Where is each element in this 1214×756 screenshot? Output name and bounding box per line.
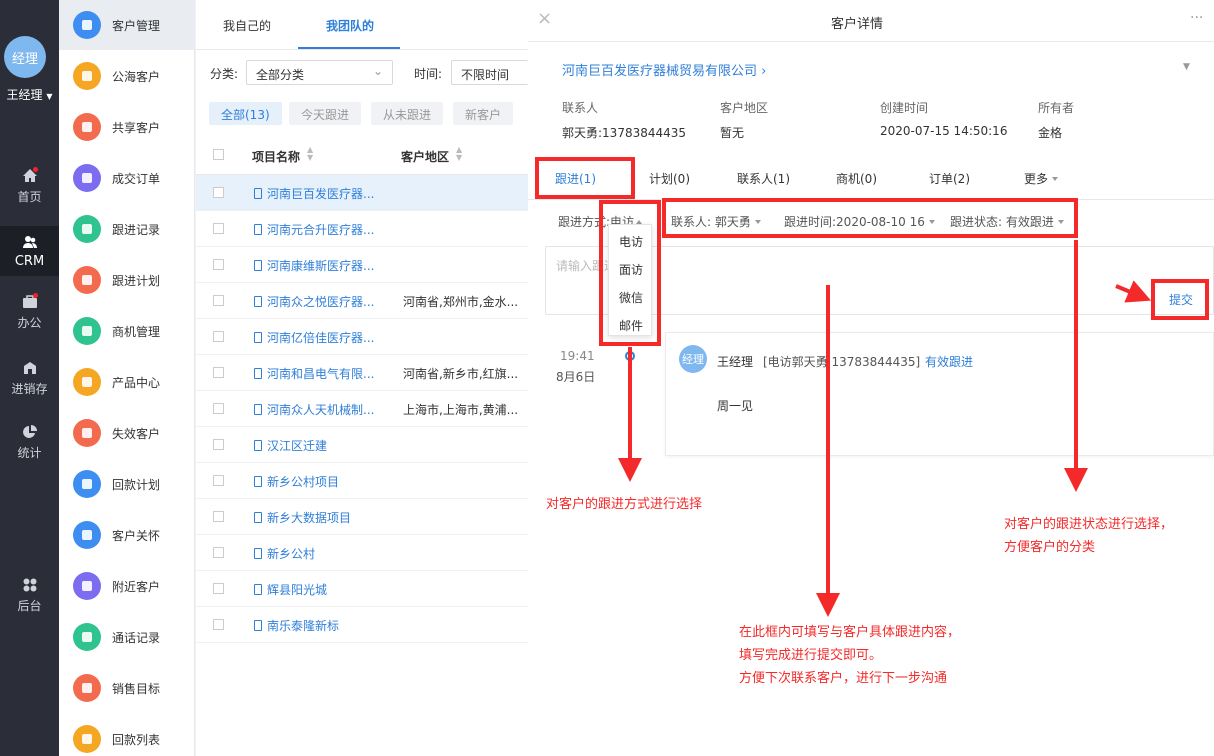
annotation-line: 方便客户的分类 <box>1004 540 1096 555</box>
annotation-line: 对客户的跟进状态进行选择， <box>1004 517 1174 532</box>
annotation-line: 方便下次联系客户，进行下一步沟通 <box>739 671 948 686</box>
annotation-method: 对客户的跟进方式进行选择 <box>546 497 703 512</box>
annotation-content: 在此框内可填写与客户具体跟进内容， 填写完成进行提交即可。 方便下次联系客户，进… <box>739 621 960 690</box>
annotation-line: 在此框内可填写与客户具体跟进内容， <box>739 625 961 640</box>
annotation-status: 对客户的跟进状态进行选择， 方便客户的分类 <box>1004 513 1173 559</box>
annotation-line: 填写完成进行提交即可。 <box>739 648 883 663</box>
app-root: 经理 王经理 ▼ 首页 CRM 办公 进销存 统计 后台 客户管理公海客户 共享… <box>0 0 1214 756</box>
annotation-arrows <box>618 240 1152 617</box>
